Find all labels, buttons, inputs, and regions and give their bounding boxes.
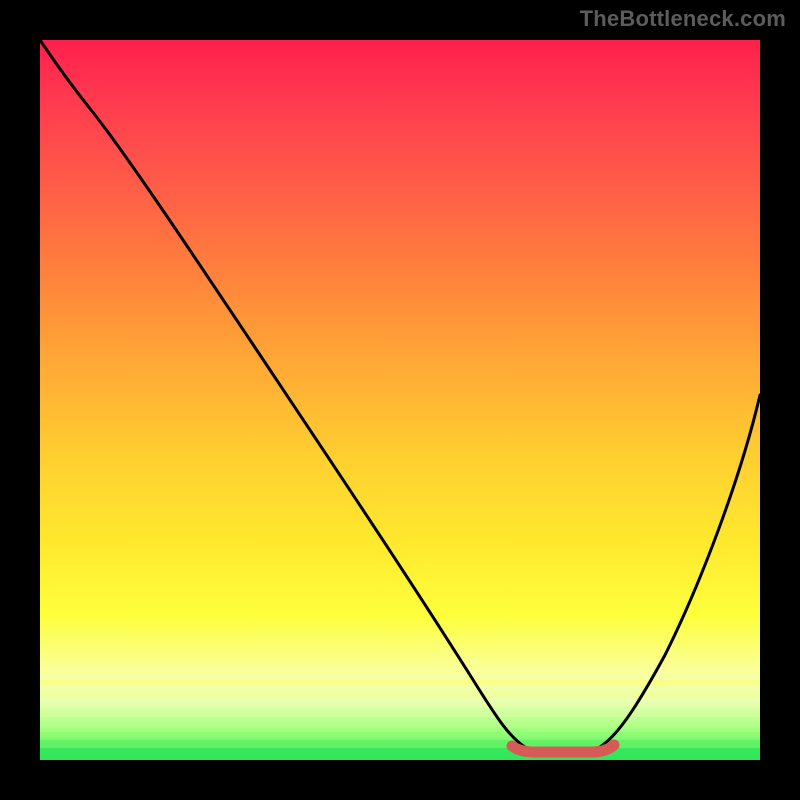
- curve-svg: [40, 40, 760, 760]
- plot-area: [40, 40, 760, 760]
- chart-stage: TheBottleneck.com: [0, 0, 800, 800]
- min-band-highlight: [512, 745, 614, 752]
- watermark-text: TheBottleneck.com: [580, 6, 786, 32]
- bottleneck-curve: [40, 40, 760, 750]
